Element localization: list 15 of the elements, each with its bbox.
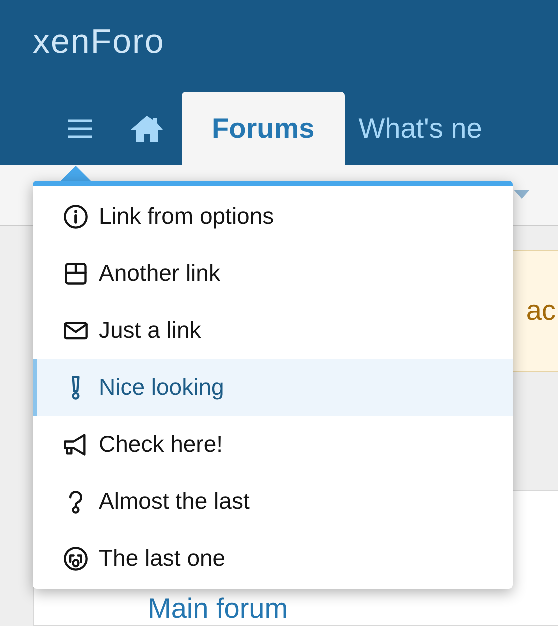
crying-face-icon [63, 546, 89, 572]
menu-item[interactable]: Link from options [33, 188, 513, 245]
nav-tab[interactable]: What's ne [344, 92, 496, 165]
logo[interactable]: xenForo [33, 22, 165, 62]
info-icon [63, 204, 89, 230]
megaphone-icon [63, 432, 89, 458]
menu-item[interactable]: Almost the last [33, 473, 513, 530]
menu-item[interactable]: Just a link [33, 302, 513, 359]
menu-item[interactable]: Nice looking [33, 359, 513, 416]
box-icon [63, 260, 89, 286]
home-icon[interactable] [130, 114, 164, 142]
forum-link[interactable]: Main forum [148, 592, 288, 625]
menu-item[interactable]: Check here! [33, 416, 513, 473]
nav-tab[interactable]: Forums [182, 92, 345, 165]
menu-item[interactable]: The last one [33, 530, 513, 587]
